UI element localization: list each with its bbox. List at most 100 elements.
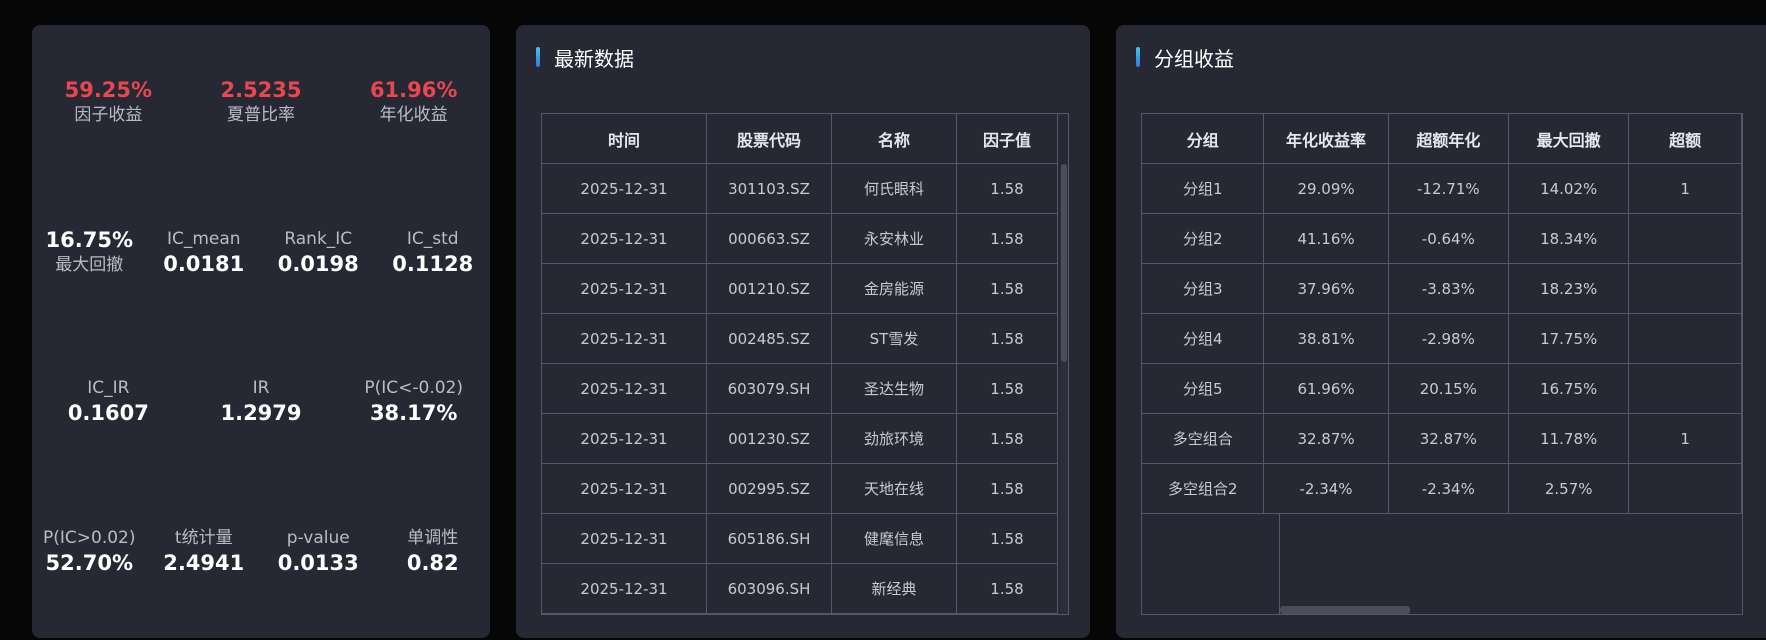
stat-value: 52.70% xyxy=(45,551,133,575)
table-cell: 1.58 xyxy=(956,163,1058,214)
stat-label: 最大回撤 xyxy=(55,255,124,275)
latest-table-container[interactable]: 时间 股票代码 名称 因子值 2025-12-31 301103.SZ 何氏眼科 1.58 2… xyxy=(541,113,1069,615)
table-row[interactable]: 2025-12-31 001230.SZ 劲旅环境 1.58 xyxy=(542,413,1058,464)
panel-header: 分组收益 xyxy=(1136,45,1234,71)
table-cell: 1.58 xyxy=(956,363,1058,414)
table-row[interactable]: 分组4 38.81% -2.98% 17.75% xyxy=(1142,313,1742,364)
table-cell: -12.71% xyxy=(1387,163,1510,214)
table-cell: 14.02% xyxy=(1507,163,1630,214)
stat-label: IC_std xyxy=(406,229,459,249)
table-cell: 永安林业 xyxy=(831,213,957,264)
table-cell: 603079.SH xyxy=(706,363,832,414)
column-header[interactable]: 年化收益率 xyxy=(1263,114,1389,164)
table-cell: -2.98% xyxy=(1387,313,1510,364)
table-row[interactable]: 2025-12-31 603096.SH 新经典 1.58 xyxy=(542,563,1058,614)
table-cell: 2025-12-31 xyxy=(542,213,707,264)
stat-value: 1.2979 xyxy=(220,401,302,425)
table-cell: 圣达生物 xyxy=(831,363,957,414)
table-cell: 002995.SZ xyxy=(706,463,832,514)
table-cell: 何氏眼科 xyxy=(831,163,957,214)
table-cell: 17.75% xyxy=(1507,313,1630,364)
table-cell: 001210.SZ xyxy=(706,263,832,314)
scrollbar-thumb[interactable] xyxy=(1061,164,1067,362)
table-cell: 分组4 xyxy=(1142,313,1265,364)
table-cell: 11.78% xyxy=(1507,413,1630,464)
column-header[interactable]: 分组 xyxy=(1142,114,1265,164)
table-cell: -2.34% xyxy=(1263,463,1389,514)
table-row[interactable]: 2025-12-31 002995.SZ 天地在线 1.58 xyxy=(542,463,1058,514)
stat-value: 2.4941 xyxy=(163,551,245,575)
table-row[interactable]: 多空组合 32.87% 32.87% 11.78% 1 xyxy=(1142,413,1742,464)
vertical-scrollbar[interactable] xyxy=(1060,164,1068,614)
table-cell: 1.58 xyxy=(956,313,1058,364)
table-row[interactable]: 2025-12-31 002485.SZ ST雪发 1.58 xyxy=(542,313,1058,364)
table-row[interactable]: 2025-12-31 001210.SZ 金房能源 1.58 xyxy=(542,263,1058,314)
table-row[interactable]: 2025-12-31 301103.SZ 何氏眼科 1.58 xyxy=(542,163,1058,214)
stat-p-ic-pos: P(IC>0.02) 52.70% xyxy=(32,526,147,576)
table-row[interactable]: 多空组合2 -2.34% -2.34% 2.57% xyxy=(1142,463,1742,514)
table-cell: 001230.SZ xyxy=(706,413,832,464)
table-cell: 605186.SH xyxy=(706,513,832,564)
stat-label: IC_mean xyxy=(166,229,241,249)
stats-row-1: 59.25% 因子收益 2.5235 夏普比率 61.96% 年化收益 xyxy=(32,77,490,127)
table-cell: 18.34% xyxy=(1507,213,1630,264)
table-cell: 健麾信息 xyxy=(831,513,957,564)
stat-value: 0.82 xyxy=(406,551,459,575)
table-cell: 603096.SH xyxy=(706,563,832,614)
stat-ir: IR 1.2979 xyxy=(185,376,338,426)
stat-sharpe: 2.5235 夏普比率 xyxy=(185,77,338,127)
table-row[interactable]: 分组1 29.09% -12.71% 14.02% 1 xyxy=(1142,163,1742,214)
column-header[interactable]: 最大回撤 xyxy=(1507,114,1630,164)
table-cell xyxy=(1628,463,1742,514)
panel-title: 分组收益 xyxy=(1154,46,1234,71)
stat-label: IR xyxy=(252,378,270,398)
stat-label: 年化收益 xyxy=(379,105,448,125)
table-cell xyxy=(1628,363,1742,414)
table-row[interactable]: 分组2 41.16% -0.64% 18.34% xyxy=(1142,213,1742,264)
column-header[interactable]: 时间 xyxy=(542,114,707,164)
table-cell: 37.96% xyxy=(1263,263,1389,314)
stat-value: 0.1607 xyxy=(67,401,149,425)
stats-row-2: 16.75% 最大回撤 IC_mean 0.0181 Rank_IC 0.019… xyxy=(32,227,490,277)
column-header[interactable]: 因子值 xyxy=(956,114,1058,164)
table-cell: 2025-12-31 xyxy=(542,463,707,514)
table-cell: 分组3 xyxy=(1142,263,1265,314)
column-header[interactable]: 股票代码 xyxy=(706,114,832,164)
table-cell: 2025-12-31 xyxy=(542,163,707,214)
stat-value: 0.0181 xyxy=(163,252,245,276)
table-cell: 1.58 xyxy=(956,413,1058,464)
table-cell: 分组1 xyxy=(1142,163,1265,214)
column-header[interactable]: 超额年化 xyxy=(1387,114,1510,164)
table-cell: 2025-12-31 xyxy=(542,413,707,464)
table-row[interactable]: 2025-12-31 603079.SH 圣达生物 1.58 xyxy=(542,363,1058,414)
table-cell: 劲旅环境 xyxy=(831,413,957,464)
table-cell: 1.58 xyxy=(956,513,1058,564)
stat-label: Rank_IC xyxy=(284,229,353,249)
table-cell: 2025-12-31 xyxy=(542,563,707,614)
stat-ic-std: IC_std 0.1128 xyxy=(376,227,491,277)
table-row[interactable]: 2025-12-31 000663.SZ 永安林业 1.58 xyxy=(542,213,1058,264)
column-header[interactable]: 超额 xyxy=(1628,114,1742,164)
table-cell: 多空组合2 xyxy=(1142,463,1265,514)
table-row[interactable]: 分组3 37.96% -3.83% 18.23% xyxy=(1142,263,1742,314)
table-cell: 32.87% xyxy=(1387,413,1510,464)
table-cell: ST雪发 xyxy=(831,313,957,364)
table-cell: 1.58 xyxy=(956,213,1058,264)
table-cell: 2025-12-31 xyxy=(542,363,707,414)
table-cell: 分组2 xyxy=(1142,213,1265,264)
table-cell xyxy=(1628,313,1742,364)
stat-factor-return: 59.25% 因子收益 xyxy=(32,77,185,127)
panel-header: 最新数据 xyxy=(536,45,634,71)
table-row[interactable]: 分组5 61.96% 20.15% 16.75% xyxy=(1142,363,1742,414)
group-returns-table: 分组 年化收益率 超额年化 最大回撤 超额 分组1 29.09% -12.71% 14.02%… xyxy=(1142,114,1742,514)
stats-row-3: IC_IR 0.1607 IR 1.2979 P(IC<-0.02) 38.17… xyxy=(32,376,490,426)
table-cell: 金房能源 xyxy=(831,263,957,314)
group-table-container[interactable]: 分组 年化收益率 超额年化 最大回撤 超额 分组1 29.09% -12.71% 14.02%… xyxy=(1141,113,1743,615)
table-row[interactable]: 2025-12-31 605186.SH 健麾信息 1.58 xyxy=(542,513,1058,564)
table-cell: 多空组合 xyxy=(1142,413,1265,464)
horizontal-scrollbar-thumb[interactable] xyxy=(1280,606,1410,614)
stat-value: 59.25% xyxy=(64,78,153,102)
table-cell: 301103.SZ xyxy=(706,163,832,214)
stat-t-statistic: t统计量 2.4941 xyxy=(147,526,262,576)
column-header[interactable]: 名称 xyxy=(831,114,957,164)
